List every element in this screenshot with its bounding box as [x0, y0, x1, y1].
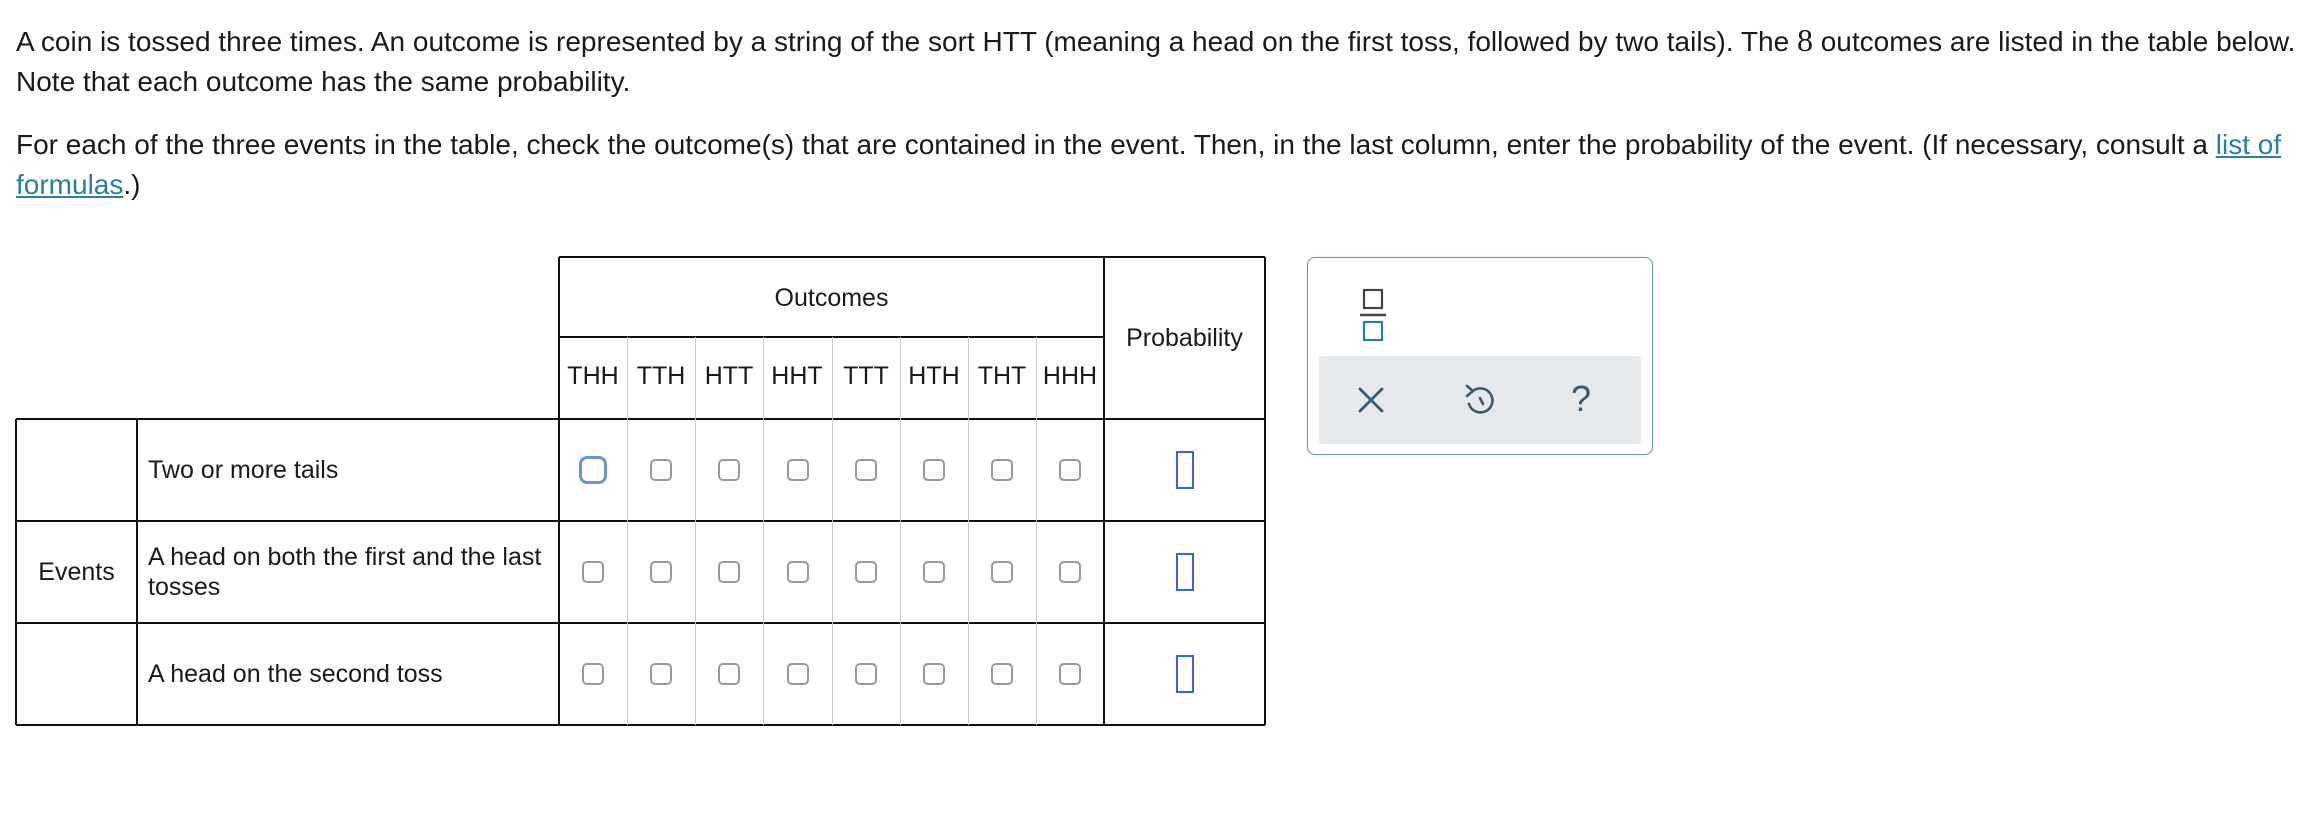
checkbox-tht[interactable]: [991, 459, 1013, 481]
intro-text: A coin is tossed three times. An outcome…: [16, 20, 2296, 102]
checkbox-hht[interactable]: [786, 561, 809, 583]
outcome-label-tht: THT: [977, 362, 1027, 390]
checkbox-htt[interactable]: [718, 561, 740, 583]
events-header: Events: [38, 558, 115, 586]
checkbox-thh[interactable]: [579, 456, 607, 484]
probability-header: Probability: [1126, 324, 1243, 352]
checkbox-ttt[interactable]: [855, 459, 877, 481]
column-divider: [763, 337, 764, 725]
probability-input[interactable]: [1175, 553, 1194, 591]
outcome-count: 8: [1796, 22, 1813, 58]
column-divider: [1036, 337, 1037, 725]
column-divider: [968, 337, 969, 725]
checkbox-thh[interactable]: [582, 561, 604, 583]
outcome-label-ttt: TTT: [843, 362, 889, 390]
instructions-part1: For each of the three events in the tabl…: [16, 129, 2216, 160]
checkbox-htt[interactable]: [718, 663, 740, 685]
outcome-label-hht: HHT: [771, 362, 823, 390]
table-border: [559, 256, 1265, 258]
intro-text-part1: A coin is tossed three times. An outcome…: [16, 26, 1797, 57]
checkbox-tth[interactable]: [650, 561, 672, 583]
checkbox-ttt[interactable]: [855, 663, 877, 685]
column-divider: [695, 337, 696, 725]
outcome-label-hth: HTH: [908, 362, 960, 390]
checkbox-tth[interactable]: [650, 459, 672, 481]
checkbox-hhh[interactable]: [1059, 663, 1081, 685]
probability-input[interactable]: [1175, 451, 1194, 489]
undo-icon[interactable]: [1464, 384, 1496, 418]
checkbox-hht[interactable]: [786, 663, 809, 685]
outcome-label-hhh: HHH: [1042, 362, 1098, 390]
probability-input[interactable]: [1175, 655, 1194, 693]
outcome-label-htt: HTT: [704, 362, 754, 390]
table-border: [16, 418, 1265, 420]
close-icon[interactable]: [1357, 386, 1385, 414]
checkbox-hht[interactable]: [786, 459, 809, 481]
help-icon[interactable]: ?: [1571, 378, 1597, 420]
checkbox-tth[interactable]: [650, 663, 672, 685]
event-label: A head on the second toss: [148, 660, 443, 688]
column-divider: [832, 337, 833, 725]
checkbox-hhh[interactable]: [1059, 561, 1081, 583]
checkbox-tht[interactable]: [991, 561, 1013, 583]
fraction-icon[interactable]: [1358, 288, 1388, 344]
toolbar-actions: ?: [1319, 356, 1641, 444]
checkbox-htt[interactable]: [718, 459, 740, 481]
checkbox-hth[interactable]: [923, 663, 945, 685]
instructions-part2: .): [123, 169, 141, 200]
event-label: Two or more tails: [148, 456, 339, 484]
table-border: [16, 520, 1265, 522]
table-border: [16, 622, 1265, 624]
column-divider: [900, 337, 901, 725]
table-border: [16, 724, 1265, 726]
checkbox-hth[interactable]: [923, 459, 945, 481]
outcome-label-tth: TTH: [636, 362, 686, 390]
answer-toolbar: ?: [1307, 257, 1653, 455]
event-label: A head on both the first and the last to…: [148, 543, 542, 601]
checkbox-hhh[interactable]: [1059, 459, 1081, 481]
table-border: [558, 257, 560, 725]
outcome-label-thh: THH: [567, 362, 619, 390]
instructions-text: For each of the three events in the tabl…: [16, 125, 2296, 205]
checkbox-thh[interactable]: [582, 663, 604, 685]
column-divider: [627, 337, 628, 725]
outcomes-header: Outcomes: [774, 284, 889, 312]
checkbox-tht[interactable]: [991, 663, 1013, 685]
checkbox-ttt[interactable]: [855, 561, 877, 583]
checkbox-hth[interactable]: [923, 561, 945, 583]
